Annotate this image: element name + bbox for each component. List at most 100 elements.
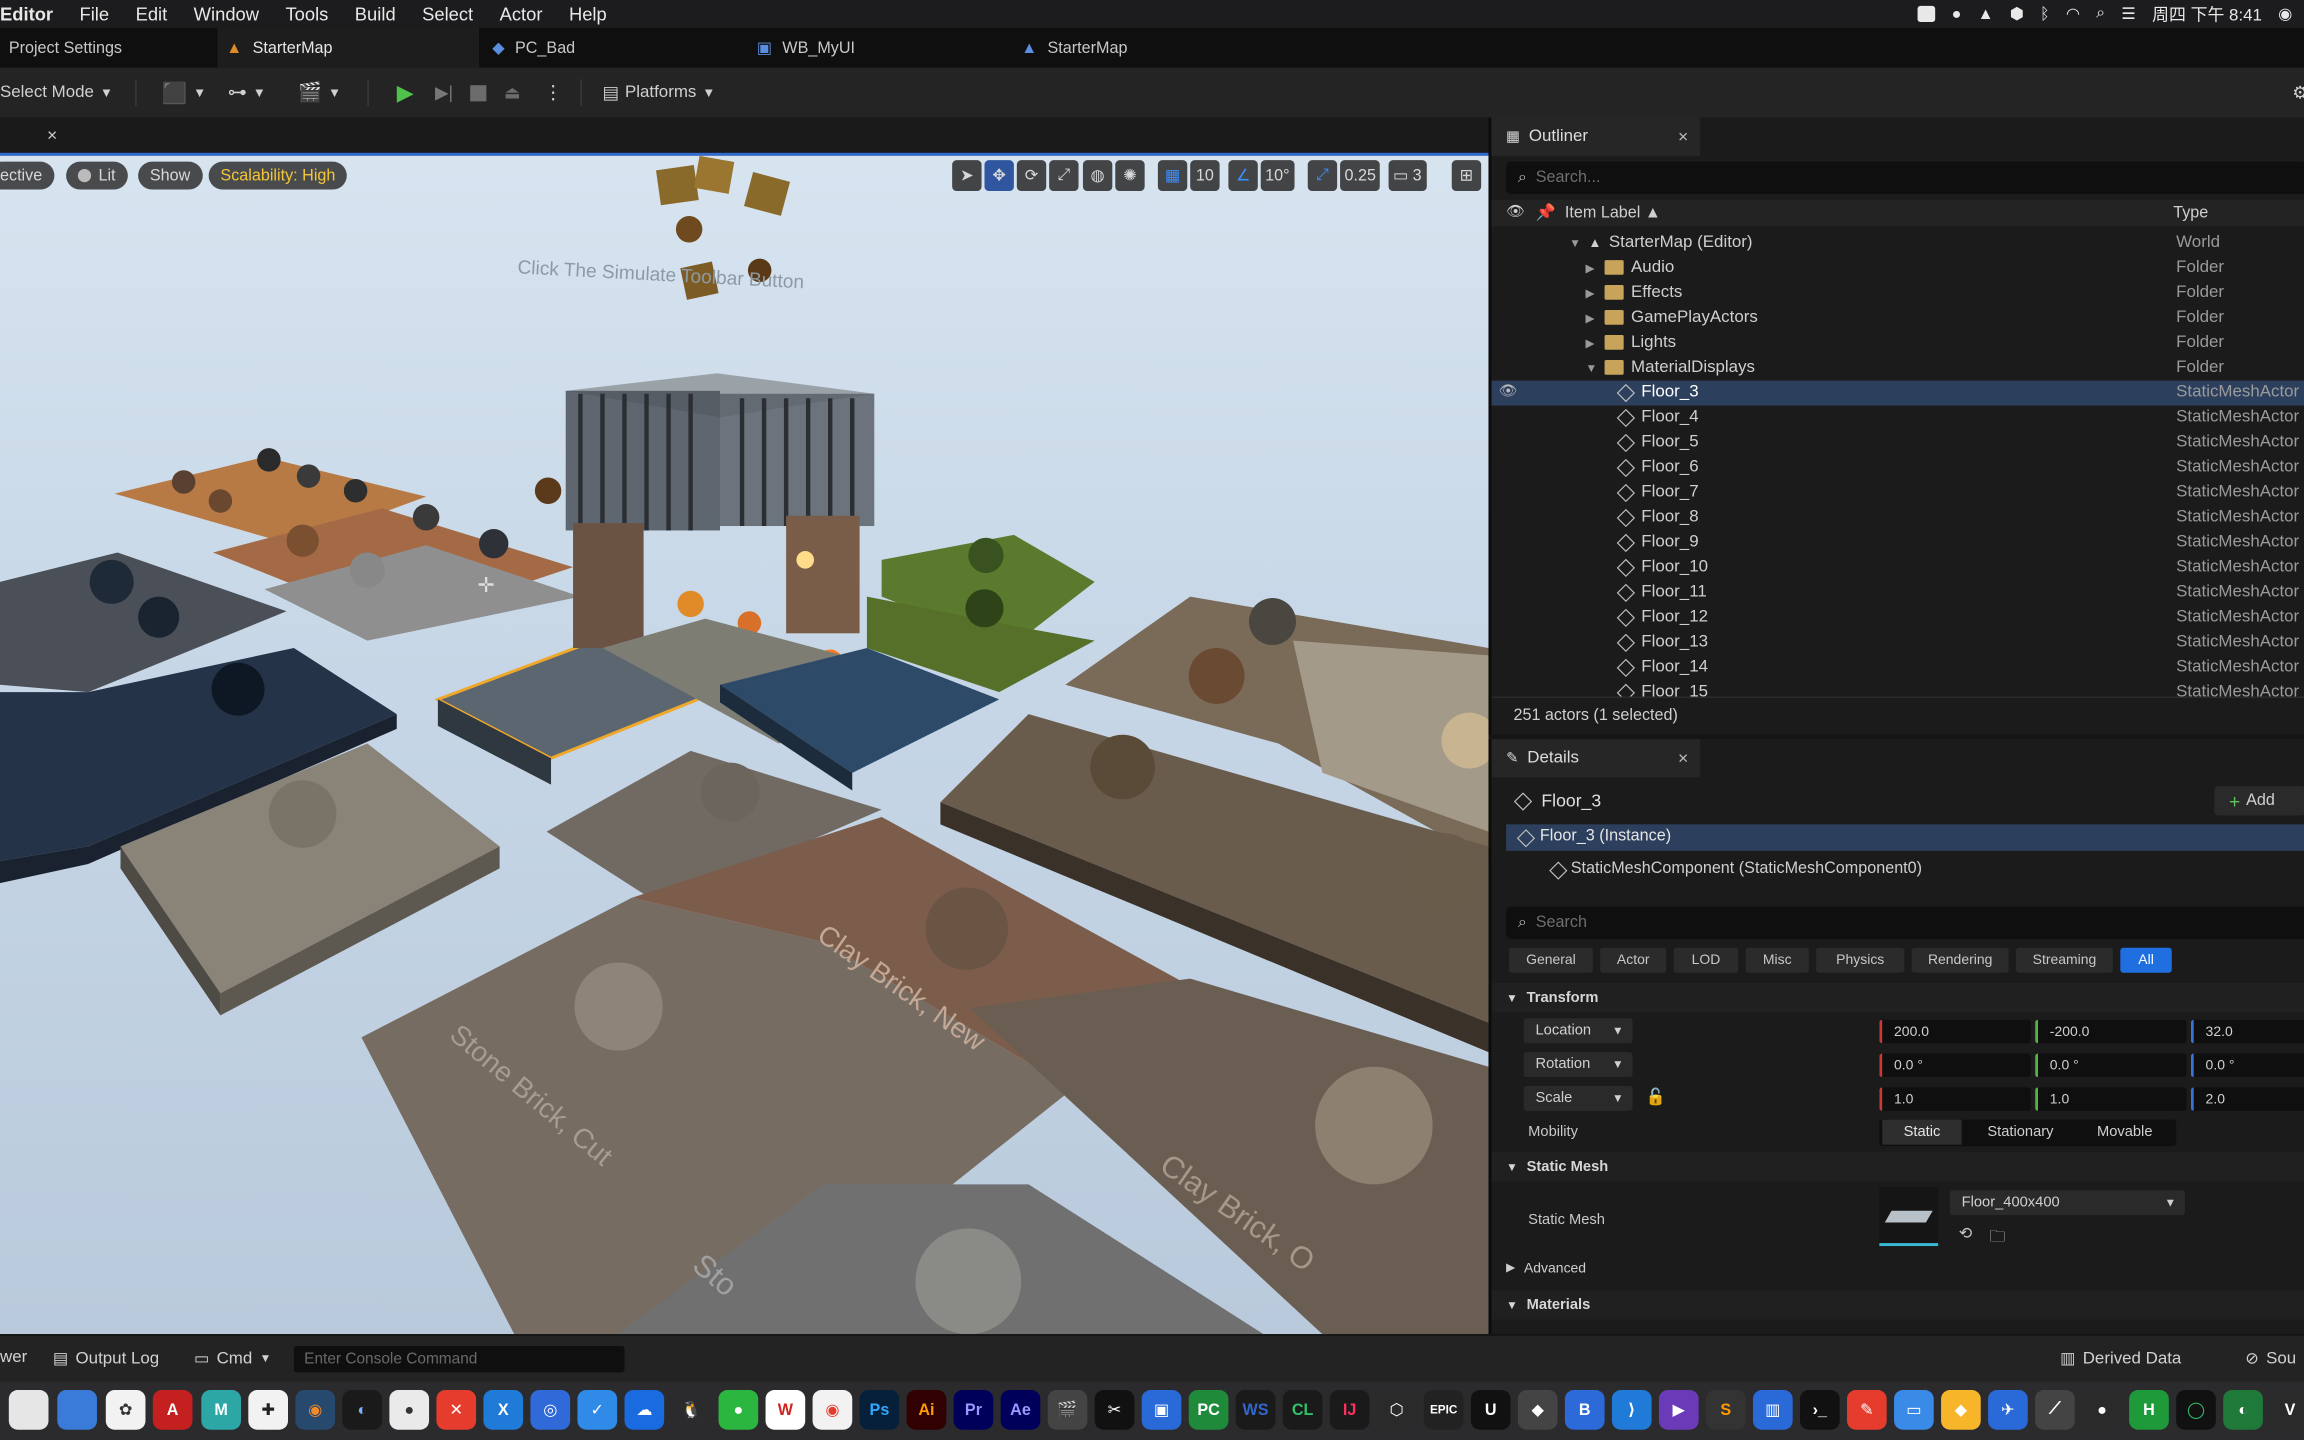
- expand-arrow-icon[interactable]: ▶: [1585, 311, 1597, 324]
- app-icon-7[interactable]: ⟋: [2035, 1390, 2075, 1430]
- scale-z-field[interactable]: 2.0: [2190, 1087, 2304, 1111]
- chat-icon[interactable]: ●: [389, 1390, 430, 1430]
- source-control-button[interactable]: ⊘ Sou: [2245, 1349, 2296, 1368]
- transform-section-header[interactable]: ▼ Transform: [1491, 983, 2304, 1013]
- outliner-tree[interactable]: ▼ ▲ StarterMap (Editor) World ▶ Audio Folder …: [1491, 231, 2304, 697]
- static-mesh-section-header[interactable]: ▼ Static Mesh: [1491, 1152, 2304, 1182]
- tree-row[interactable]: ▶ Audio Folder: [1491, 256, 2304, 281]
- intellij-icon[interactable]: IJ: [1329, 1390, 1370, 1430]
- after-effects-icon[interactable]: Ae: [1000, 1390, 1041, 1430]
- select-tool-icon[interactable]: ➤: [952, 160, 982, 192]
- menu-actor[interactable]: Actor: [500, 4, 543, 25]
- premiere-icon[interactable]: Pr: [953, 1390, 994, 1430]
- cmd-dropdown[interactable]: ▭ Cmd ▼: [194, 1349, 271, 1368]
- outliner-search-input[interactable]: ⌕ Search...: [1506, 161, 2304, 194]
- rotation-y-field[interactable]: 0.0 °: [2035, 1053, 2187, 1078]
- photoshop-icon[interactable]: Ps: [859, 1390, 900, 1430]
- lock-icon[interactable]: 🔓: [1646, 1087, 1666, 1107]
- perspective-button[interactable]: ective: [0, 161, 55, 190]
- maya-icon[interactable]: M: [201, 1390, 241, 1430]
- chrome-icon[interactable]: ◉: [812, 1390, 853, 1430]
- tree-row[interactable]: ▶ Lights Folder: [1491, 331, 2304, 356]
- clock[interactable]: 周四 下午 8:41: [2152, 2, 2262, 26]
- advanced-expander[interactable]: ▶ Advanced: [1506, 1261, 1586, 1277]
- siri-icon[interactable]: ◉: [2278, 4, 2292, 24]
- show-button[interactable]: Show: [138, 161, 203, 190]
- tab-project-settings[interactable]: Project Settings: [0, 28, 217, 68]
- github-icon[interactable]: ●: [2082, 1390, 2122, 1430]
- calendar-icon[interactable]: [57, 1390, 97, 1430]
- tree-row[interactable]: Floor_11 StaticMeshActor: [1491, 580, 2304, 605]
- tree-row[interactable]: ▶ Effects Folder: [1491, 281, 2304, 306]
- menu-edit[interactable]: Edit: [136, 4, 168, 25]
- bluetooth-icon[interactable]: ᛒ: [2040, 5, 2050, 23]
- baidu-icon[interactable]: B: [1564, 1390, 1605, 1430]
- select-mode-dropdown[interactable]: Select Mode ▼: [0, 78, 113, 107]
- settings-icon[interactable]: ⚙: [2292, 78, 2304, 107]
- scale-x-field[interactable]: 1.0: [1879, 1087, 2031, 1111]
- mesh-thumbnail[interactable]: [1879, 1187, 1939, 1247]
- tree-row[interactable]: Floor_7 StaticMeshActor: [1491, 480, 2304, 505]
- screen-record-icon[interactable]: [1917, 5, 1936, 23]
- details-search-input[interactable]: ⌕ Search: [1506, 906, 2304, 939]
- maximize-icon[interactable]: ⊞: [1451, 160, 1482, 192]
- mobility-stationary[interactable]: Stationary: [1965, 1120, 2077, 1145]
- wifi-icon[interactable]: ◠: [2066, 4, 2080, 24]
- component-row[interactable]: StaticMeshComponent (StaticMeshComponent…: [1491, 857, 2304, 883]
- expand-arrow-icon[interactable]: ▶: [1585, 286, 1597, 299]
- finder-icon[interactable]: [8, 1390, 49, 1430]
- app-icon-3[interactable]: ▥: [1752, 1390, 1793, 1430]
- blender-icon[interactable]: ◉: [295, 1390, 336, 1430]
- notification-icon[interactable]: ▲: [1978, 5, 1994, 23]
- camera-speed-button[interactable]: ▭ 3: [1388, 160, 1427, 192]
- menu-help[interactable]: Help: [569, 4, 607, 25]
- zbrush-icon[interactable]: ✚: [248, 1390, 289, 1430]
- console-input[interactable]: Enter Console Command: [293, 1345, 625, 1373]
- component-instance-row[interactable]: Floor_3 (Instance): [1506, 824, 2304, 851]
- app-icon-6[interactable]: ✈: [1988, 1390, 2028, 1430]
- derived-data-button[interactable]: ▥ Derived Data: [2060, 1349, 2181, 1368]
- maximize-viewport[interactable]: ⊞: [1451, 160, 1482, 192]
- details-tab[interactable]: ✎ Details ×: [1491, 739, 1701, 778]
- shield-icon[interactable]: ⬢: [2010, 4, 2024, 24]
- filter-misc[interactable]: Misc: [1745, 947, 1809, 973]
- add-component-button[interactable]: + Add: [2214, 786, 2304, 816]
- tab-wb-myui[interactable]: ▣ WB_MyUI: [748, 28, 1010, 68]
- scene-render[interactable]: Click The Simulate Toolbar Button Clay B…: [0, 155, 1489, 1335]
- tab-startermap-2[interactable]: ▲ StarterMap: [1012, 28, 1274, 68]
- acrobat-icon[interactable]: A: [152, 1390, 193, 1430]
- rotation-dropdown[interactable]: Rotation ▼: [1523, 1052, 1633, 1078]
- scale-snap-icon[interactable]: ⤢: [1307, 160, 1338, 192]
- grid-snap-value[interactable]: 10: [1190, 160, 1220, 192]
- epic-games-icon[interactable]: EPIC: [1423, 1390, 1464, 1430]
- tab-startermap[interactable]: ▲ StarterMap: [217, 27, 480, 68]
- app-icon[interactable]: ◎: [530, 1390, 571, 1430]
- sketch-icon[interactable]: ◆: [1941, 1390, 1981, 1430]
- tree-row[interactable]: Floor_14 StaticMeshActor: [1491, 655, 2304, 680]
- tree-row[interactable]: Floor_12 StaticMeshActor: [1491, 605, 2304, 630]
- terminal-app-icon[interactable]: ›_: [1800, 1390, 1840, 1430]
- app-menu[interactable]: Editor: [0, 4, 53, 25]
- materials-section-header[interactable]: ▼ Materials: [1491, 1290, 2304, 1320]
- world-local-icon[interactable]: ◍: [1082, 160, 1113, 192]
- app-icon-9[interactable]: ◯: [2176, 1390, 2216, 1430]
- tree-row[interactable]: Floor_4 StaticMeshActor: [1491, 406, 2304, 431]
- unreal-icon[interactable]: U: [1470, 1390, 1511, 1430]
- rotation-z-field[interactable]: 0.0 °: [2190, 1053, 2304, 1078]
- filter-streaming[interactable]: Streaming: [2016, 947, 2113, 973]
- visual-studio-icon[interactable]: ▶: [1658, 1390, 1699, 1430]
- eye-icon[interactable]: 👁: [1506, 204, 1525, 220]
- tree-row[interactable]: Floor_13 StaticMeshActor: [1491, 630, 2304, 655]
- qq-icon[interactable]: 🐧: [671, 1390, 712, 1430]
- blueprint-button[interactable]: ⊶ ▼: [228, 78, 266, 107]
- platforms-dropdown[interactable]: ▤ Platforms ▼: [602, 78, 715, 107]
- app-icon-11[interactable]: V: [2270, 1390, 2304, 1430]
- app-icon-2[interactable]: ◆: [1517, 1390, 1558, 1430]
- tree-row[interactable]: Floor_10 StaticMeshActor: [1491, 555, 2304, 580]
- rotation-x-field[interactable]: 0.0 °: [1879, 1053, 2031, 1078]
- expand-arrow-icon[interactable]: ▶: [1585, 261, 1597, 274]
- outliner-tab[interactable]: ▦ Outliner ×: [1491, 117, 1701, 156]
- notes-icon[interactable]: ✓: [577, 1390, 618, 1430]
- cinema4d-icon[interactable]: ◐: [342, 1390, 383, 1430]
- location-dropdown[interactable]: Location ▼: [1523, 1018, 1633, 1044]
